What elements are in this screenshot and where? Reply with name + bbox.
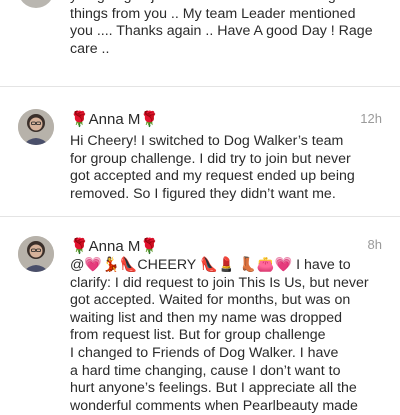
comment-item: 🌹Anna M🌹 8h @💗💃👠CHEERY 👠💄 👢👛💗 I have to …: [0, 217, 400, 414]
timestamp: 12h: [360, 111, 382, 126]
author-name[interactable]: 🌹Anna M🌹: [70, 237, 159, 255]
comment-item: 🌹Anna M🌹 12h Hi Cheery! I switched to Do…: [0, 87, 400, 217]
avatar-photo: [18, 109, 54, 145]
comment-feed: you going to join our team ? I heard a l…: [0, 0, 400, 414]
avatar-photo: [18, 236, 54, 272]
comment-body: Hi Cheery! I switched to Dog Walker’s te…: [70, 133, 355, 202]
avatar[interactable]: [18, 0, 54, 8]
comment-item: you going to join our team ? I heard a l…: [0, 0, 400, 80]
comment-body: you going to join our team ? I heard a l…: [70, 0, 373, 57]
author-name[interactable]: 🌹Anna M🌹: [70, 110, 159, 128]
timestamp: 8h: [367, 237, 382, 252]
avatar[interactable]: [18, 236, 54, 272]
comment-body: @💗💃👠CHEERY 👠💄 👢👛💗 I have to clarify: I d…: [70, 257, 369, 414]
avatar[interactable]: [18, 109, 54, 145]
